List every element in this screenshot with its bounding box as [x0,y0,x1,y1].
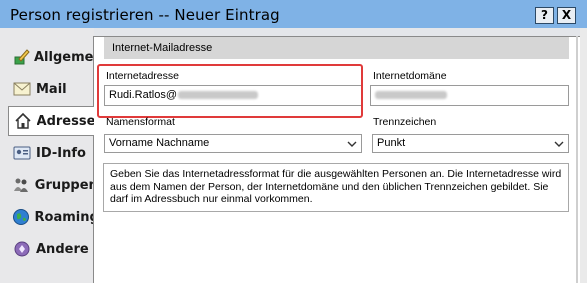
tab-roaming[interactable]: Roaming [8,202,94,232]
tab-andere[interactable]: Andere [8,234,94,264]
redacted-text [375,91,447,100]
house-icon [13,111,33,131]
envelope-icon [12,79,32,99]
name-format-label: Namensformat [106,116,175,128]
pen-icon [12,47,30,67]
section-header: Internet-Mailadresse [104,37,569,59]
chevron-down-icon [347,138,357,148]
register-person-dialog: Person registrieren -- Neuer Eintrag ? X… [0,0,587,283]
highlight-box [97,64,363,118]
panel-divider [576,36,578,283]
tab-gruppen[interactable]: Gruppen [8,170,94,200]
tab-label: Allgemein [34,49,94,65]
window-right-edge [580,28,587,283]
domain-field[interactable] [370,85,569,106]
name-format-value: Vorname Nachname [109,137,210,149]
tab-label: Mail [36,81,67,97]
tab-mail[interactable]: Mail [8,74,94,104]
close-button[interactable]: X [557,7,576,24]
globe-icon [12,207,31,227]
tab-label: ID-Info [36,145,86,161]
separator-label: Trennzeichen [373,116,437,128]
tab-allgemein[interactable]: Allgemein [8,42,94,72]
name-format-select[interactable]: Vorname Nachname [104,134,362,153]
title-bar: Person registrieren -- Neuer Eintrag ? X [0,0,587,28]
info-text-box: Geben Sie das Internetadressformat für d… [103,163,569,212]
tab-label: Andere [36,241,89,257]
separator-value: Punkt [377,137,406,149]
separator-select[interactable]: Punkt [372,134,569,153]
domain-label: Internetdomäne [373,70,447,82]
tab-label: Adresse [36,113,94,129]
tab-label: Gruppen [34,177,94,193]
info-text: Geben Sie das Internetadressformat für d… [110,168,562,206]
people-icon [12,175,31,195]
tab-id-info[interactable]: ID-Info [8,138,94,168]
chevron-down-icon [554,138,564,148]
help-button[interactable]: ? [535,7,554,24]
tab-label: Roaming [34,209,94,225]
id-card-icon [12,143,32,163]
other-icon [12,239,32,259]
window-title: Person registrieren -- Neuer Eintrag [10,6,280,24]
tab-adresse[interactable]: Adresse [8,106,94,136]
